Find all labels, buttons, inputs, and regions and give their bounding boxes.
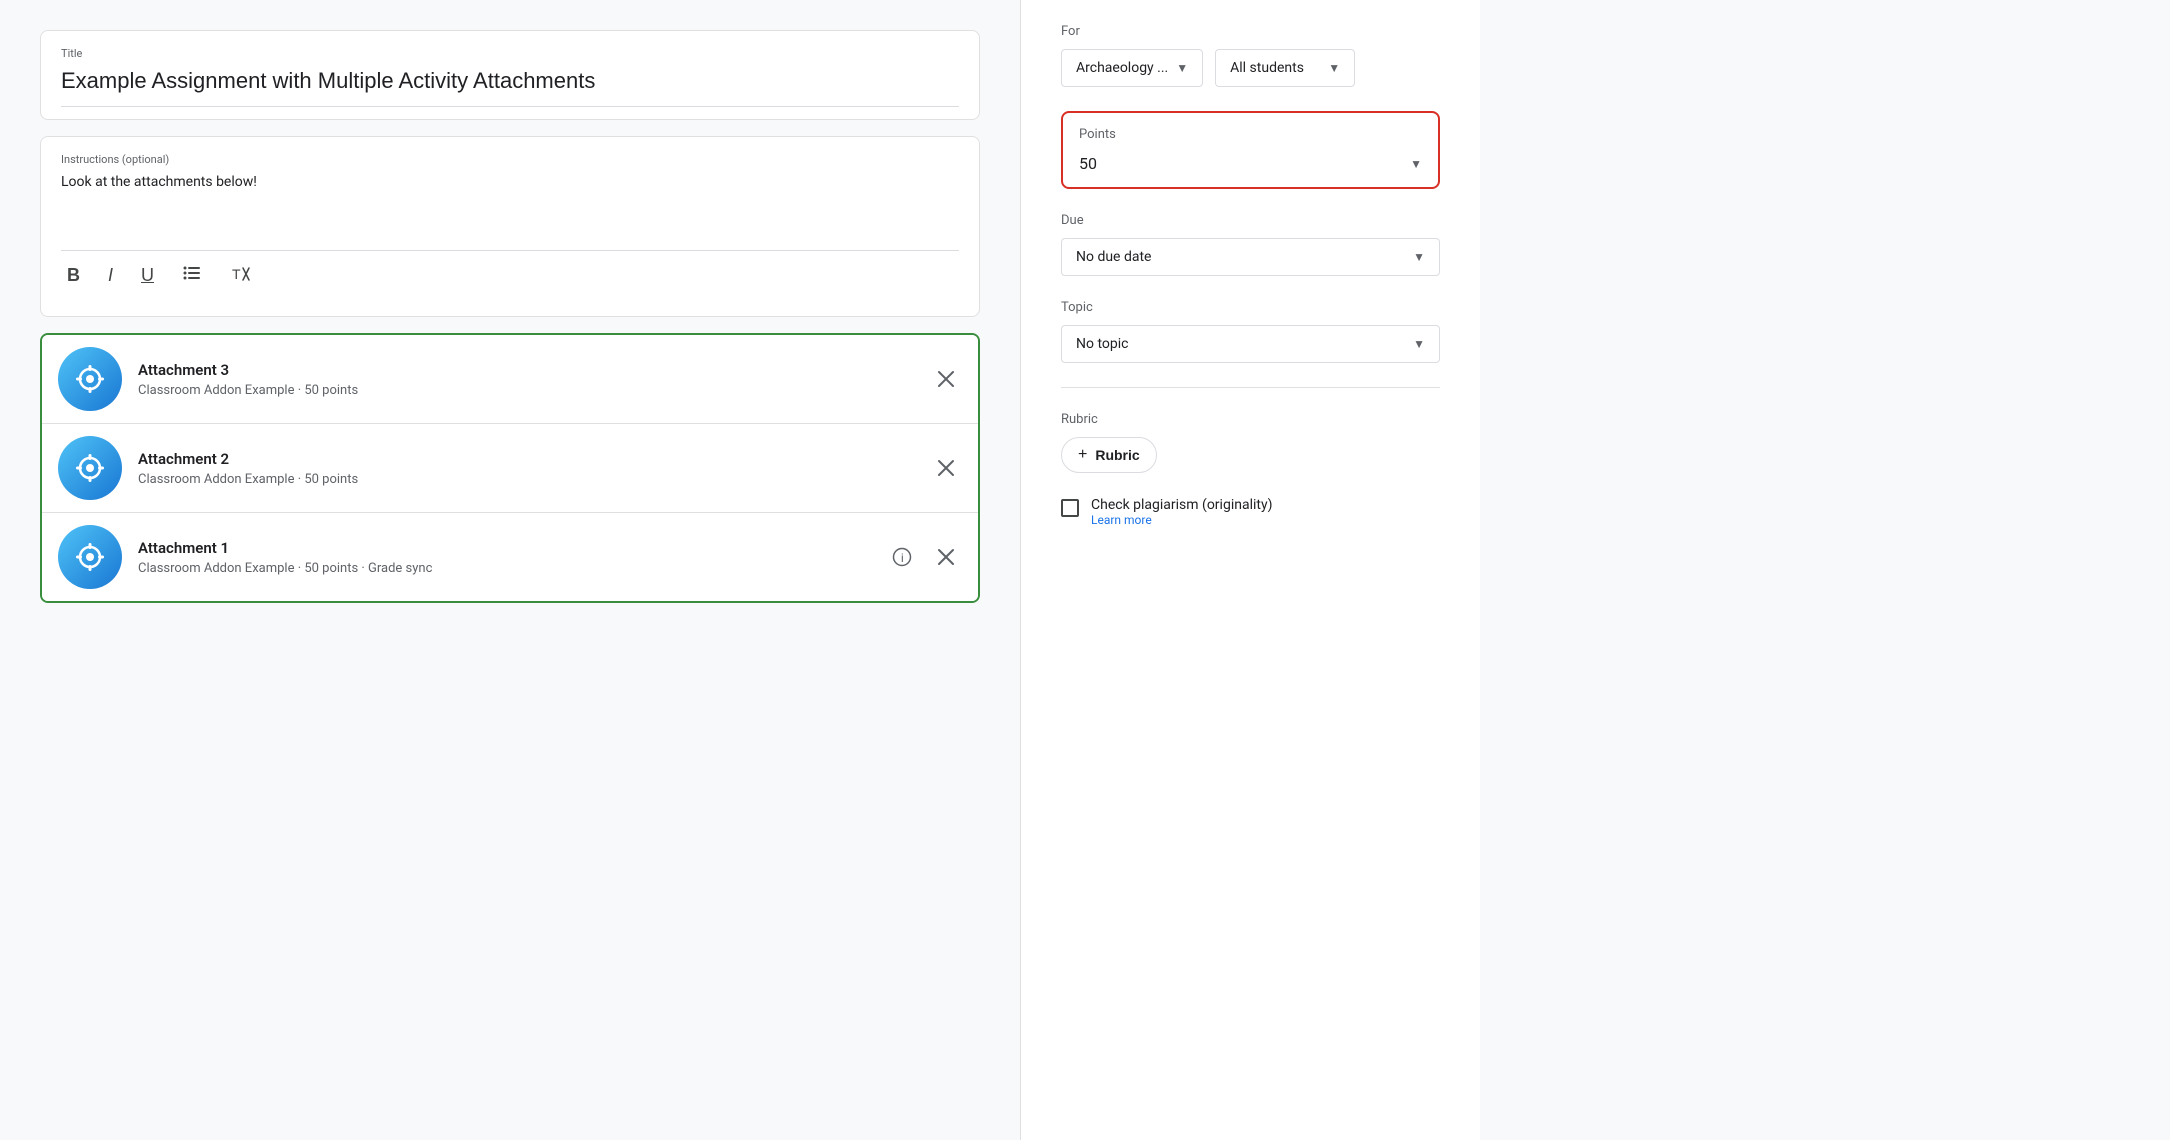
- remove-attachment-1-button[interactable]: [930, 541, 962, 573]
- plagiarism-checkbox[interactable]: [1061, 499, 1079, 517]
- attachment-item: Attachment 2 Classroom Addon Example · 5…: [42, 424, 978, 513]
- remove-attachment-2-button[interactable]: [930, 452, 962, 484]
- attachment-info-3: Attachment 3 Classroom Addon Example · 5…: [138, 361, 930, 398]
- attachment-item: Attachment 1 Classroom Addon Example · 5…: [42, 513, 978, 601]
- svg-text:T: T: [232, 266, 241, 282]
- instructions-label: Instructions (optional): [61, 153, 959, 166]
- points-dropdown[interactable]: 50 ▼: [1079, 154, 1422, 173]
- underline-button[interactable]: U: [135, 261, 160, 290]
- instructions-section: Instructions (optional) Look at the atta…: [40, 136, 980, 317]
- italic-button[interactable]: I: [102, 261, 119, 290]
- attachment-actions-1: i: [886, 541, 962, 573]
- topic-section: Topic No topic ▼: [1061, 300, 1440, 388]
- addon-icon-2: [58, 436, 122, 500]
- attachment-title-3: Attachment 3: [138, 361, 930, 379]
- attachments-container: Attachment 3 Classroom Addon Example · 5…: [40, 333, 980, 603]
- due-label: Due: [1061, 213, 1440, 228]
- attachment-actions-2: [930, 452, 962, 484]
- plagiarism-section: Check plagiarism (originality) Learn mor…: [1061, 497, 1440, 527]
- attachment-actions-3: [930, 363, 962, 395]
- for-dropdowns: Archaeology ... ▼ All students ▼: [1061, 49, 1440, 87]
- info-attachment-1-button[interactable]: i: [886, 541, 918, 573]
- rubric-label: Rubric: [1061, 412, 1440, 427]
- underline-icon: U: [141, 265, 154, 286]
- plus-icon: +: [1078, 446, 1087, 464]
- points-value: 50: [1079, 154, 1097, 173]
- formatting-toolbar: B I U: [61, 250, 959, 300]
- attachment-info-2: Attachment 2 Classroom Addon Example · 5…: [138, 450, 930, 487]
- topic-dropdown-arrow: ▼: [1413, 337, 1425, 351]
- remove-attachment-3-button[interactable]: [930, 363, 962, 395]
- attachment-title-1: Attachment 1: [138, 539, 886, 557]
- addon-icon-1: [58, 525, 122, 589]
- side-panel: For Archaeology ... ▼ All students ▼ Poi…: [1020, 0, 1480, 1140]
- for-section: For Archaeology ... ▼ All students ▼: [1061, 24, 1440, 87]
- attachment-title-2: Attachment 2: [138, 450, 930, 468]
- attachment-info-1: Attachment 1 Classroom Addon Example · 5…: [138, 539, 886, 576]
- topic-value: No topic: [1076, 336, 1128, 352]
- rubric-section: Rubric + Rubric: [1061, 412, 1440, 473]
- students-dropdown[interactable]: All students ▼: [1215, 49, 1355, 87]
- addon-icon-3: [58, 347, 122, 411]
- title-underline: [61, 106, 959, 107]
- due-value: No due date: [1076, 249, 1151, 265]
- topic-dropdown[interactable]: No topic ▼: [1061, 325, 1440, 363]
- attachment-subtitle-1: Classroom Addon Example · 50 points · Gr…: [138, 561, 886, 576]
- bold-button[interactable]: B: [61, 261, 86, 290]
- attachment-subtitle-2: Classroom Addon Example · 50 points: [138, 472, 930, 487]
- add-rubric-button[interactable]: + Rubric: [1061, 437, 1157, 473]
- svg-text:i: i: [901, 551, 904, 565]
- title-label: Title: [61, 47, 959, 60]
- plagiarism-text: Check plagiarism (originality) Learn mor…: [1091, 497, 1272, 527]
- students-dropdown-arrow: ▼: [1328, 61, 1340, 75]
- class-dropdown[interactable]: Archaeology ... ▼: [1061, 49, 1203, 87]
- rubric-button-label: Rubric: [1095, 447, 1139, 463]
- topic-label: Topic: [1061, 300, 1440, 315]
- points-section: Points 50 ▼: [1061, 111, 1440, 189]
- learn-more-link[interactable]: Learn more: [1091, 513, 1272, 527]
- points-dropdown-arrow: ▼: [1410, 157, 1422, 171]
- italic-icon: I: [108, 265, 113, 286]
- attachment-subtitle-3: Classroom Addon Example · 50 points: [138, 383, 930, 398]
- title-input[interactable]: [61, 64, 959, 98]
- clear-format-button[interactable]: T: [224, 259, 256, 292]
- list-button[interactable]: [176, 259, 208, 292]
- for-label: For: [1061, 24, 1440, 39]
- list-icon: [182, 263, 202, 288]
- due-dropdown-arrow: ▼: [1413, 250, 1425, 264]
- instructions-text: Look at the attachments below!: [61, 174, 959, 190]
- class-dropdown-value: Archaeology ...: [1076, 60, 1168, 76]
- clear-format-icon: T: [230, 263, 250, 288]
- class-dropdown-arrow: ▼: [1176, 61, 1188, 75]
- bold-icon: B: [67, 265, 80, 286]
- points-label: Points: [1079, 127, 1422, 142]
- plagiarism-label: Check plagiarism (originality): [1091, 497, 1272, 513]
- due-dropdown[interactable]: No due date ▼: [1061, 238, 1440, 276]
- students-dropdown-value: All students: [1230, 60, 1304, 76]
- attachment-item: Attachment 3 Classroom Addon Example · 5…: [42, 335, 978, 424]
- title-section: Title: [40, 30, 980, 120]
- due-section: Due No due date ▼: [1061, 213, 1440, 276]
